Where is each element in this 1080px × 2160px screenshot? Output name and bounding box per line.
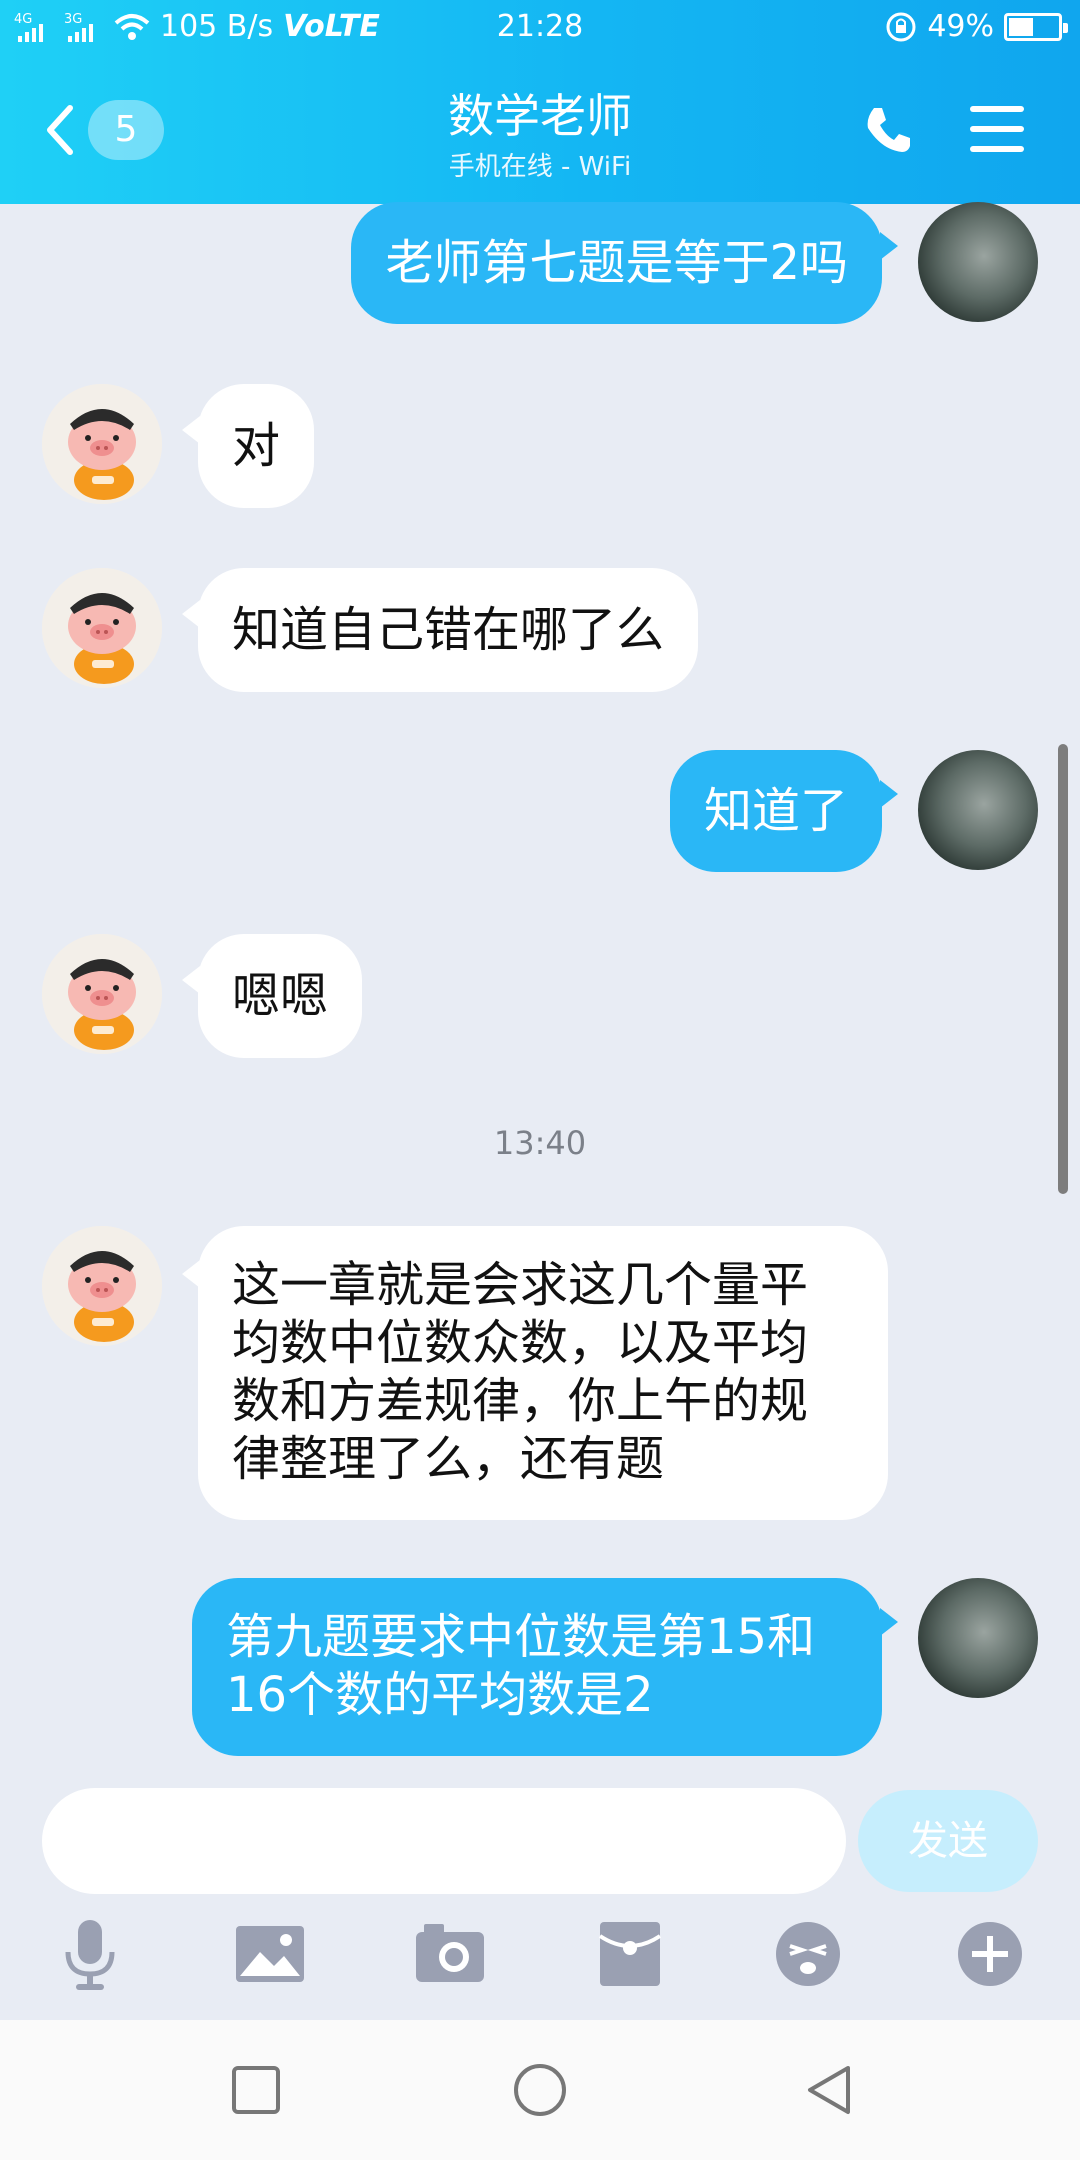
message-bubble-outgoing[interactable]: 老师第七题是等于2吗 [351, 202, 882, 324]
teacher-avatar[interactable] [42, 1226, 162, 1346]
send-button[interactable]: 发送 [858, 1790, 1038, 1892]
message-text: 嗯嗯 [232, 968, 329, 1024]
compose-toolbar [0, 1914, 1080, 2014]
pig-avatar-image [42, 384, 162, 504]
battery-icon [1004, 12, 1068, 41]
rotation-lock-icon [886, 12, 916, 41]
pig-avatar-image [42, 934, 162, 1054]
emoji-icon[interactable] [768, 1914, 848, 1994]
contact-name: 数学老师 [448, 89, 632, 143]
camera-icon[interactable] [410, 1914, 490, 1994]
pig-avatar-image [42, 568, 162, 688]
message-text: 对 [232, 418, 281, 474]
message-bubble-outgoing[interactable]: 知道了 [669, 750, 882, 872]
scrollbar[interactable] [1058, 744, 1068, 1194]
bubble-tail [880, 780, 898, 808]
message-bubble-incoming[interactable]: 这一章就是会求这几个量平 均数中位数众数，以及平均 数和方差规律，你上午的规 律… [198, 1226, 888, 1520]
recent-apps-icon[interactable] [226, 2060, 286, 2120]
status-bar: 4G 3G 105 B/s VoLTE 21:28 49% [0, 0, 1080, 56]
message-input[interactable] [42, 1788, 846, 1894]
message-text: 老师第七题是等于2吗 [385, 235, 848, 291]
my-avatar[interactable] [918, 1578, 1038, 1698]
teacher-avatar[interactable] [42, 568, 162, 688]
microphone-icon[interactable] [50, 1914, 130, 1994]
message-bubble-incoming[interactable]: 对 [198, 384, 315, 508]
message-line: 律整理了么，还有题 [232, 1431, 665, 1487]
home-icon[interactable] [510, 2060, 570, 2120]
message-bubble-incoming[interactable]: 知道自己错在哪了么 [198, 568, 699, 692]
bubble-tail [880, 232, 898, 260]
my-avatar[interactable] [918, 750, 1038, 870]
message-text: 知道自己错在哪了么 [232, 602, 665, 658]
compose-area: 发送 [0, 1784, 1080, 2020]
clock: 21:28 [496, 9, 584, 44]
plus-icon[interactable] [950, 1914, 1030, 1994]
contact-status: 手机在线 - WiFi [448, 152, 632, 182]
my-avatar[interactable] [918, 202, 1038, 322]
message-line: 这一章就是会求这几个量平 [232, 1257, 809, 1313]
system-nav-bar [0, 2020, 1080, 2160]
chat-header: 4G 3G 105 B/s VoLTE 21:28 49% 5 数学老师 手机在… [0, 0, 1080, 204]
message-line: 数和方差规律，你上午的规 [232, 1373, 809, 1429]
battery-percent: 49% [927, 9, 994, 44]
message-timestamp: 13:40 [493, 1124, 587, 1162]
message-line: 均数中位数众数，以及平均 [232, 1315, 809, 1371]
bubble-tail [880, 1608, 898, 1636]
image-icon[interactable] [230, 1914, 310, 1994]
teacher-avatar[interactable] [42, 384, 162, 504]
teacher-avatar[interactable] [42, 934, 162, 1054]
message-line: 16个数的平均数是2 [226, 1667, 654, 1723]
battery-level [1009, 17, 1033, 36]
message-text: 知道了 [703, 783, 848, 839]
message-bubble-outgoing[interactable]: 第九题要求中位数是第15和 16个数的平均数是2 [192, 1578, 882, 1756]
back-nav-icon[interactable] [800, 2060, 860, 2120]
message-list[interactable]: 老师第七题是等于2吗 对 知道自己错在哪了么 知道了 嗯嗯 13:40 这一章就… [0, 202, 1080, 1784]
red-packet-icon[interactable] [590, 1914, 670, 1994]
pig-avatar-image [42, 1226, 162, 1346]
message-line: 第九题要求中位数是第15和 [226, 1609, 816, 1665]
phone-icon[interactable] [862, 104, 914, 156]
message-bubble-incoming[interactable]: 嗯嗯 [198, 934, 363, 1058]
menu-icon[interactable] [970, 106, 1024, 152]
